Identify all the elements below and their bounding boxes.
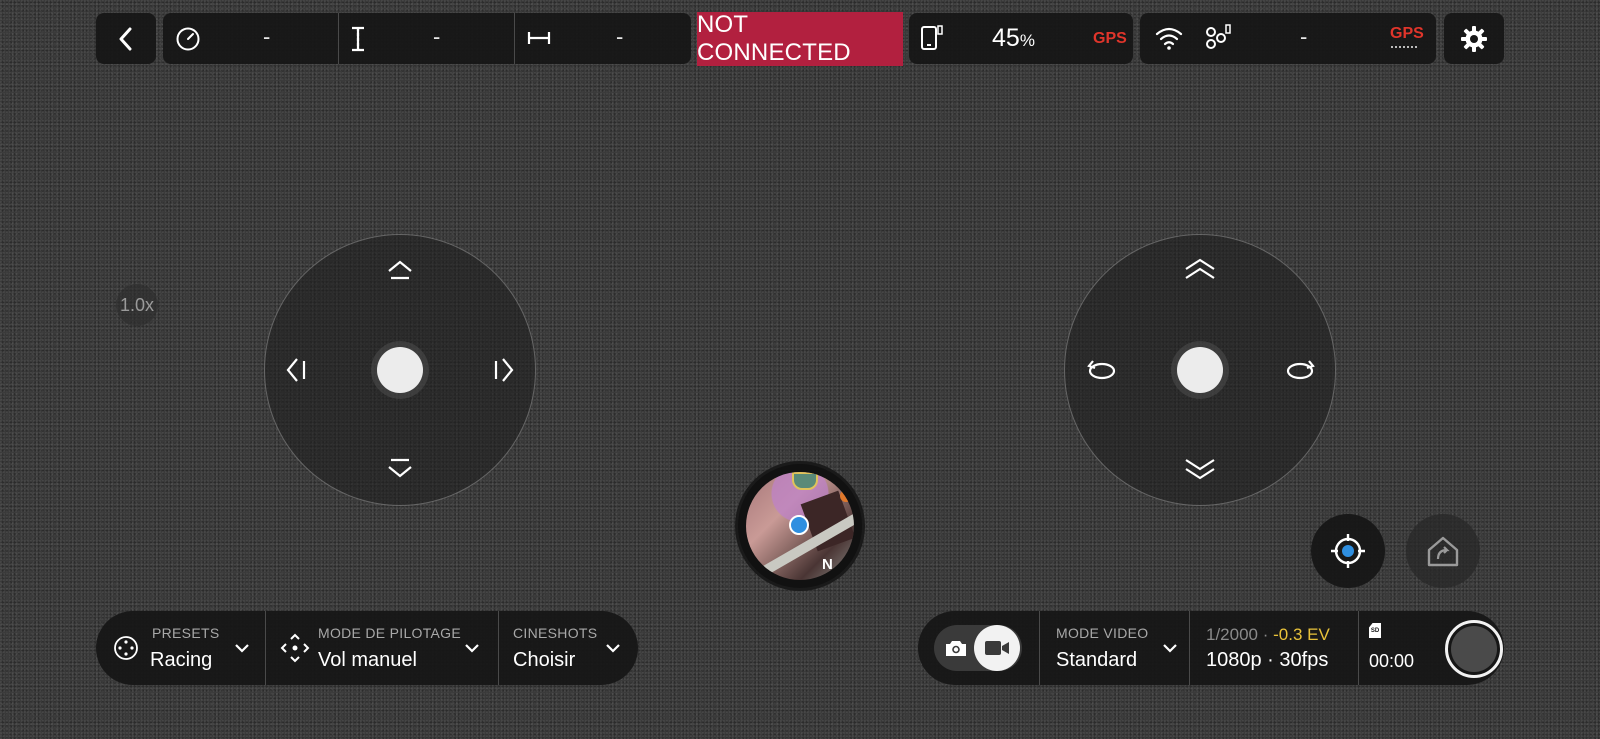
exposure-settings[interactable]: 1/2000 · -0.3 EV 1080p · 30fps	[1190, 611, 1358, 685]
drone-link-icon	[1202, 23, 1232, 53]
cineshots-value: Choisir	[513, 649, 576, 671]
left-joystick-knob[interactable]	[377, 347, 423, 393]
piloting-mode-icon	[280, 633, 310, 663]
recording-info: SD 00:00	[1359, 611, 1431, 685]
drone-link-value: -	[1300, 24, 1308, 49]
speedometer-icon	[175, 26, 201, 52]
flight-settings-panel: PRESETS Racing MODE DE PILOTAGE Vol manu…	[96, 611, 638, 685]
battery-panel[interactable]: 45% GPS	[909, 13, 1133, 64]
left-joystick[interactable]	[264, 234, 536, 506]
photo-video-toggle[interactable]	[934, 625, 1022, 671]
camera-icon[interactable]	[944, 638, 968, 658]
cineshots-selector[interactable]: CINESHOTS Choisir	[499, 611, 638, 685]
minimap-orange-marker	[840, 490, 852, 502]
speed-value: -	[263, 24, 271, 49]
sd-card-icon: SD	[1369, 623, 1381, 638]
shutter-speed: 1/2000	[1206, 625, 1258, 644]
video-mode-selector[interactable]: MODE VIDEO Standard	[1040, 611, 1189, 685]
distance-icon	[526, 27, 552, 49]
drone-gps-signal-bars	[1391, 46, 1417, 48]
phone-icon	[919, 24, 945, 52]
chevron-down-icon	[235, 644, 249, 653]
rotate-left-icon	[1087, 360, 1116, 380]
record-time: 00:00	[1369, 651, 1415, 671]
return-home-button[interactable]	[1406, 514, 1480, 588]
gear-icon	[1459, 24, 1489, 54]
right-joystick-knob[interactable]	[1177, 347, 1223, 393]
presets-selector[interactable]: PRESETS Racing	[96, 611, 265, 685]
connection-status-text: NOT CONNECTED	[697, 11, 851, 66]
chevron-down-icon	[606, 644, 620, 653]
presets-label: PRESETS	[152, 625, 220, 641]
back-button[interactable]	[96, 13, 156, 64]
zoom-level: 1.0x	[119, 294, 155, 315]
video-mode-label: MODE VIDEO	[1056, 625, 1149, 641]
drone-link-panel[interactable]: - GPS	[1140, 13, 1436, 64]
return-home-icon	[1427, 536, 1459, 567]
exposure-separator: ·	[1262, 625, 1269, 644]
piloting-mode-label: MODE DE PILOTAGE	[318, 625, 462, 641]
wifi-icon	[1154, 25, 1184, 51]
backward-icon	[388, 458, 412, 478]
piloting-mode-value: Vol manuel	[318, 649, 417, 671]
distance-value: -	[616, 24, 624, 49]
descend-icon	[1185, 459, 1215, 480]
telemetry-panel: - - -	[163, 13, 691, 64]
right-joystick[interactable]	[1064, 234, 1336, 506]
forward-icon	[388, 260, 412, 280]
chevron-down-icon	[1163, 644, 1177, 653]
locate-icon	[1331, 534, 1365, 568]
record-button[interactable]	[1445, 620, 1503, 678]
location-dot	[789, 515, 809, 535]
locate-button[interactable]	[1311, 514, 1385, 588]
phone-gps-label: GPS	[1093, 30, 1127, 47]
exposure-line: 1/2000 · -0.3 EV	[1206, 625, 1330, 645]
video-mode-active[interactable]	[974, 625, 1020, 671]
exposure-compensation: -0.3 EV	[1273, 625, 1330, 644]
chevron-down-icon	[465, 644, 479, 653]
cineshots-label: CINESHOTS	[513, 625, 598, 641]
drone-gps-label: GPS	[1390, 25, 1424, 42]
north-label: N	[822, 556, 833, 573]
video-camera-icon	[985, 641, 1009, 655]
altitude-icon	[349, 25, 367, 53]
sd-label: SD	[1370, 627, 1380, 634]
settings-button[interactable]	[1444, 13, 1504, 64]
presets-value: Racing	[150, 649, 213, 671]
battery-level: 45%	[992, 24, 1035, 53]
ascend-icon	[1185, 258, 1215, 279]
minimap-poi-marker	[792, 472, 818, 490]
strafe-left-icon	[286, 358, 306, 382]
resolution-value: 1080p · 30fps	[1206, 649, 1329, 671]
battery-unit: %	[1019, 31, 1035, 50]
minimap[interactable]: N	[738, 464, 862, 588]
battery-number: 45	[992, 24, 1020, 52]
back-icon	[116, 26, 136, 52]
altitude-value: -	[433, 24, 441, 49]
record-button-inner	[1451, 626, 1497, 672]
zoom-indicator[interactable]: 1.0x	[116, 284, 158, 326]
camera-panel: MODE VIDEO Standard 1/2000 · -0.3 EV 108…	[918, 611, 1504, 685]
rotate-right-icon	[1286, 360, 1315, 380]
presets-icon	[114, 636, 138, 660]
video-mode-value: Standard	[1056, 649, 1138, 671]
piloting-mode-selector[interactable]: MODE DE PILOTAGE Vol manuel	[266, 611, 498, 685]
strafe-right-icon	[494, 358, 514, 382]
connection-status-badge: NOT CONNECTED	[697, 11, 903, 66]
